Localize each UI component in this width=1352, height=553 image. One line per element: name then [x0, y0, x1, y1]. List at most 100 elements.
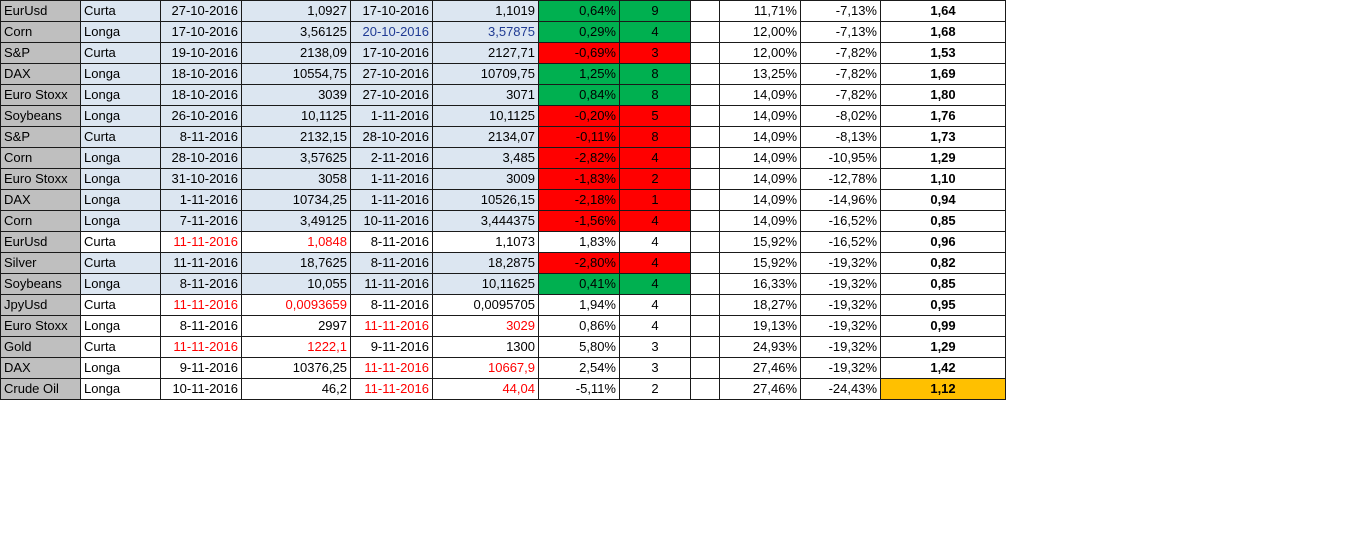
cumulative-min-cell[interactable]: -14,96%	[800, 189, 881, 211]
return-pct-cell[interactable]: -2,80%	[538, 252, 620, 274]
ratio-cell[interactable]: 0,82	[880, 252, 1006, 274]
cumulative-max-cell[interactable]: 14,09%	[719, 147, 801, 169]
cumulative-min-cell[interactable]: -7,82%	[800, 84, 881, 106]
spacer-cell[interactable]	[690, 63, 720, 85]
cumulative-min-cell[interactable]: -7,13%	[800, 21, 881, 43]
exit-price-cell[interactable]: 10,1125	[432, 105, 539, 127]
entry-price-cell[interactable]: 0,0093659	[241, 294, 351, 316]
days-cell[interactable]: 9	[619, 0, 691, 22]
entry-date-cell[interactable]: 17-10-2016	[160, 21, 242, 43]
asset-cell[interactable]: Soybeans	[0, 273, 81, 295]
days-cell[interactable]: 4	[619, 231, 691, 253]
direction-cell[interactable]: Curta	[80, 0, 161, 22]
exit-date-cell[interactable]: 27-10-2016	[350, 63, 433, 85]
exit-price-cell[interactable]: 10,11625	[432, 273, 539, 295]
entry-date-cell[interactable]: 18-10-2016	[160, 84, 242, 106]
exit-date-cell[interactable]: 28-10-2016	[350, 126, 433, 148]
exit-date-cell[interactable]: 17-10-2016	[350, 0, 433, 22]
direction-cell[interactable]: Longa	[80, 147, 161, 169]
entry-price-cell[interactable]: 2132,15	[241, 126, 351, 148]
cumulative-min-cell[interactable]: -19,32%	[800, 315, 881, 337]
exit-date-cell[interactable]: 27-10-2016	[350, 84, 433, 106]
spacer-cell[interactable]	[690, 378, 720, 400]
exit-price-cell[interactable]: 3,444375	[432, 210, 539, 232]
entry-date-cell[interactable]: 18-10-2016	[160, 63, 242, 85]
exit-date-cell[interactable]: 2-11-2016	[350, 147, 433, 169]
cumulative-max-cell[interactable]: 24,93%	[719, 336, 801, 358]
entry-price-cell[interactable]: 10734,25	[241, 189, 351, 211]
exit-date-cell[interactable]: 10-11-2016	[350, 210, 433, 232]
cumulative-min-cell[interactable]: -7,82%	[800, 63, 881, 85]
spacer-cell[interactable]	[690, 42, 720, 64]
spacer-cell[interactable]	[690, 21, 720, 43]
exit-price-cell[interactable]: 1,1073	[432, 231, 539, 253]
entry-price-cell[interactable]: 3,57625	[241, 147, 351, 169]
exit-date-cell[interactable]: 8-11-2016	[350, 294, 433, 316]
cumulative-max-cell[interactable]: 14,09%	[719, 189, 801, 211]
spacer-cell[interactable]	[690, 294, 720, 316]
return-pct-cell[interactable]: -0,11%	[538, 126, 620, 148]
entry-price-cell[interactable]: 3,49125	[241, 210, 351, 232]
asset-cell[interactable]: Corn	[0, 210, 81, 232]
exit-date-cell[interactable]: 11-11-2016	[350, 378, 433, 400]
direction-cell[interactable]: Longa	[80, 210, 161, 232]
entry-date-cell[interactable]: 11-11-2016	[160, 231, 242, 253]
exit-date-cell[interactable]: 8-11-2016	[350, 252, 433, 274]
ratio-cell[interactable]: 0,95	[880, 294, 1006, 316]
return-pct-cell[interactable]: 0,41%	[538, 273, 620, 295]
exit-price-cell[interactable]: 3009	[432, 168, 539, 190]
entry-price-cell[interactable]: 1222,1	[241, 336, 351, 358]
exit-date-cell[interactable]: 1-11-2016	[350, 189, 433, 211]
exit-price-cell[interactable]: 1300	[432, 336, 539, 358]
exit-date-cell[interactable]: 11-11-2016	[350, 273, 433, 295]
direction-cell[interactable]: Curta	[80, 294, 161, 316]
direction-cell[interactable]: Longa	[80, 168, 161, 190]
direction-cell[interactable]: Longa	[80, 84, 161, 106]
cumulative-min-cell[interactable]: -12,78%	[800, 168, 881, 190]
spacer-cell[interactable]	[690, 357, 720, 379]
days-cell[interactable]: 3	[619, 42, 691, 64]
direction-cell[interactable]: Curta	[80, 126, 161, 148]
exit-price-cell[interactable]: 2134,07	[432, 126, 539, 148]
days-cell[interactable]: 8	[619, 84, 691, 106]
spacer-cell[interactable]	[690, 126, 720, 148]
cumulative-max-cell[interactable]: 15,92%	[719, 231, 801, 253]
entry-price-cell[interactable]: 18,7625	[241, 252, 351, 274]
days-cell[interactable]: 2	[619, 378, 691, 400]
cumulative-min-cell[interactable]: -19,32%	[800, 273, 881, 295]
return-pct-cell[interactable]: -2,82%	[538, 147, 620, 169]
cumulative-max-cell[interactable]: 13,25%	[719, 63, 801, 85]
cumulative-min-cell[interactable]: -19,32%	[800, 336, 881, 358]
entry-date-cell[interactable]: 19-10-2016	[160, 42, 242, 64]
cumulative-max-cell[interactable]: 27,46%	[719, 357, 801, 379]
spacer-cell[interactable]	[690, 210, 720, 232]
cumulative-min-cell[interactable]: -16,52%	[800, 210, 881, 232]
return-pct-cell[interactable]: 5,80%	[538, 336, 620, 358]
asset-cell[interactable]: Euro Stoxx	[0, 168, 81, 190]
ratio-cell[interactable]: 1,12	[880, 378, 1006, 400]
cumulative-max-cell[interactable]: 14,09%	[719, 126, 801, 148]
direction-cell[interactable]: Curta	[80, 252, 161, 274]
ratio-cell[interactable]: 1,69	[880, 63, 1006, 85]
asset-cell[interactable]: Soybeans	[0, 105, 81, 127]
asset-cell[interactable]: Silver	[0, 252, 81, 274]
exit-date-cell[interactable]: 17-10-2016	[350, 42, 433, 64]
spacer-cell[interactable]	[690, 105, 720, 127]
ratio-cell[interactable]: 1,73	[880, 126, 1006, 148]
entry-price-cell[interactable]: 10,055	[241, 273, 351, 295]
cumulative-max-cell[interactable]: 14,09%	[719, 168, 801, 190]
asset-cell[interactable]: S&P	[0, 42, 81, 64]
return-pct-cell[interactable]: 2,54%	[538, 357, 620, 379]
days-cell[interactable]: 5	[619, 105, 691, 127]
cumulative-min-cell[interactable]: -19,32%	[800, 252, 881, 274]
cumulative-min-cell[interactable]: -19,32%	[800, 294, 881, 316]
exit-price-cell[interactable]: 3071	[432, 84, 539, 106]
entry-price-cell[interactable]: 2997	[241, 315, 351, 337]
cumulative-max-cell[interactable]: 14,09%	[719, 210, 801, 232]
spacer-cell[interactable]	[690, 189, 720, 211]
exit-date-cell[interactable]: 11-11-2016	[350, 315, 433, 337]
exit-price-cell[interactable]: 10709,75	[432, 63, 539, 85]
ratio-cell[interactable]: 1,80	[880, 84, 1006, 106]
return-pct-cell[interactable]: 1,83%	[538, 231, 620, 253]
exit-price-cell[interactable]: 44,04	[432, 378, 539, 400]
